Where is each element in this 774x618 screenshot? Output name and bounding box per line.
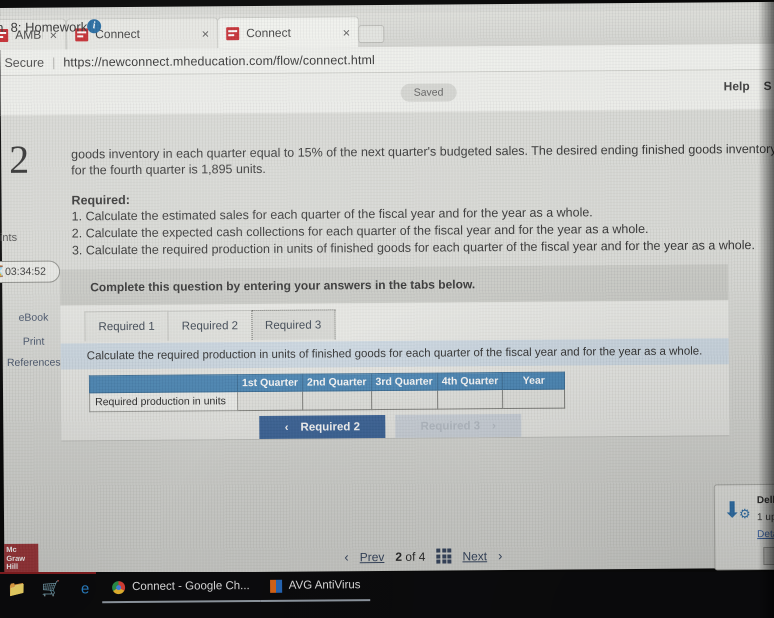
cell-input-q2[interactable] [302,390,372,411]
security-indicator: Secure [4,55,45,70]
prev-required-button[interactable]: ‹ Required 2 [259,414,386,439]
folder-icon[interactable]: 📁 [0,580,34,598]
chevron-left-icon: ‹ [284,421,289,434]
points-label: oints [0,231,18,245]
cell-input-q4[interactable] [437,389,504,410]
close-icon[interactable]: × [202,26,210,41]
question-number: 2 [9,136,30,182]
grid-cell [441,548,446,553]
next-question-link[interactable]: Next [462,549,487,563]
table-corner-header [89,374,238,393]
taskbar-app-avg[interactable]: AVG AntiVirus [259,571,371,602]
table-row: Required production in units [89,389,566,412]
chrome-icon [112,580,126,594]
grid-cell [436,548,441,553]
gear-icon: ⚙ [738,506,751,522]
edge-icon[interactable]: e [68,580,102,597]
urlbar-divider: | [51,55,56,70]
tab-required-3[interactable]: Required 3 [250,309,336,341]
grid-cell [441,559,446,564]
hourglass-icon: ⌛ [0,265,6,279]
browser-tab-label: Connect [246,25,291,41]
saved-badge: Saved [400,83,457,102]
timer-value: 03:34:52 [5,265,46,278]
column-header-q2: 2nd Quarter [302,373,372,392]
prev-question-link[interactable]: Prev [360,549,385,563]
step-nav: ‹ Required 2 Required 3 › [259,413,522,439]
column-header-q3: 3rd Quarter [370,373,438,391]
mcgraw-hill-logo: Mc Graw Hill [4,543,39,574]
cell-input-q3[interactable] [371,390,438,410]
laptop-screen: AMBENG × Connect × Connect × Secure | ht… [0,1,774,574]
row-label-required-production: Required production in units [89,391,238,412]
grid-cell [447,553,452,559]
next-required-button[interactable]: Required 3 › [395,413,522,438]
rail-link-ebook[interactable]: eBook [2,312,64,324]
browser-tab-2[interactable]: Connect × [217,16,360,49]
help-link[interactable]: Help [724,79,750,93]
photo-right-shadow [758,0,774,618]
page-of: of [405,549,416,564]
page-counter: 2 of 4 [395,549,425,563]
tab-required-2[interactable]: Required 2 [167,310,253,341]
question-pager: ‹ Prev 2 of 4 Next › [344,548,502,564]
taskbar-app-chrome[interactable]: Connect - Google Ch... [101,571,260,604]
chevron-left-icon[interactable]: ‹ [344,549,348,564]
chevron-right-icon: › [492,419,496,432]
brand-line-3: Hill [6,561,19,571]
column-header-q4: 4th Quarter [437,372,503,391]
question-paragraph: goods inventory in each quarter equal to… [71,141,774,178]
grid-cell [436,554,441,559]
taskbar-app-label: AVG AntiVirus [288,579,361,592]
grid-icon[interactable] [436,548,452,564]
chevron-right-icon[interactable]: › [498,548,502,563]
rail-link-print[interactable]: Print [3,336,65,348]
tab-prompt: Calculate the required production in uni… [60,338,729,370]
screen-photo: AMBENG × Connect × Connect × Secure | ht… [0,0,774,618]
grid-cell [447,548,452,553]
timer-pill: ⌛ 03:34:52 [0,260,61,284]
grid-cell [447,559,452,564]
store-icon[interactable]: 🛒 [34,579,68,598]
answer-table: 1st Quarter 2nd Quarter 3rd Quarter 4th … [89,372,566,413]
prev-required-label: Required 2 [300,420,360,434]
column-header-q1: 1st Quarter [237,374,303,392]
taskbar-items: 📁 🛒 e Connect - Google Ch... AVG AntiVir… [0,568,774,604]
close-icon[interactable]: × [343,25,351,40]
cell-input-year[interactable] [502,389,566,409]
url-input[interactable]: https://newconnect.mheducation.com/flow/… [63,53,375,69]
next-required-label: Required 3 [420,419,481,433]
taskbar-app-label: Connect - Google Ch... [132,580,250,593]
instruction-bar: Complete this question by entering your … [60,264,729,306]
connect-favicon [226,26,240,40]
page-current: 2 [395,549,403,564]
grid-cell [436,559,441,564]
grid-cell [441,554,446,559]
tab-required-1[interactable]: Required 1 [84,310,169,342]
required-tabs: Required 1 Required 2 Required 3 [84,309,336,342]
new-tab-button[interactable] [358,24,385,44]
question-body: goods inventory in each quarter equal to… [71,141,774,260]
rail-link-references[interactable]: References [3,357,65,369]
avg-icon [269,579,282,593]
cell-input-q1[interactable] [237,391,303,411]
windows-taskbar: 📁 🛒 e Connect - Google Ch... AVG AntiVir… [0,571,774,618]
answer-tab-panel: Required 1 Required 2 Required 3 Calcula… [60,300,730,442]
page-total: 4 [418,549,426,564]
browser-tab-label: Connect [95,26,140,42]
column-header-year: Year [502,372,565,390]
app-header [0,69,774,116]
assignment-title: n. 8: Homework [0,19,88,36]
info-icon[interactable]: i [87,19,102,34]
